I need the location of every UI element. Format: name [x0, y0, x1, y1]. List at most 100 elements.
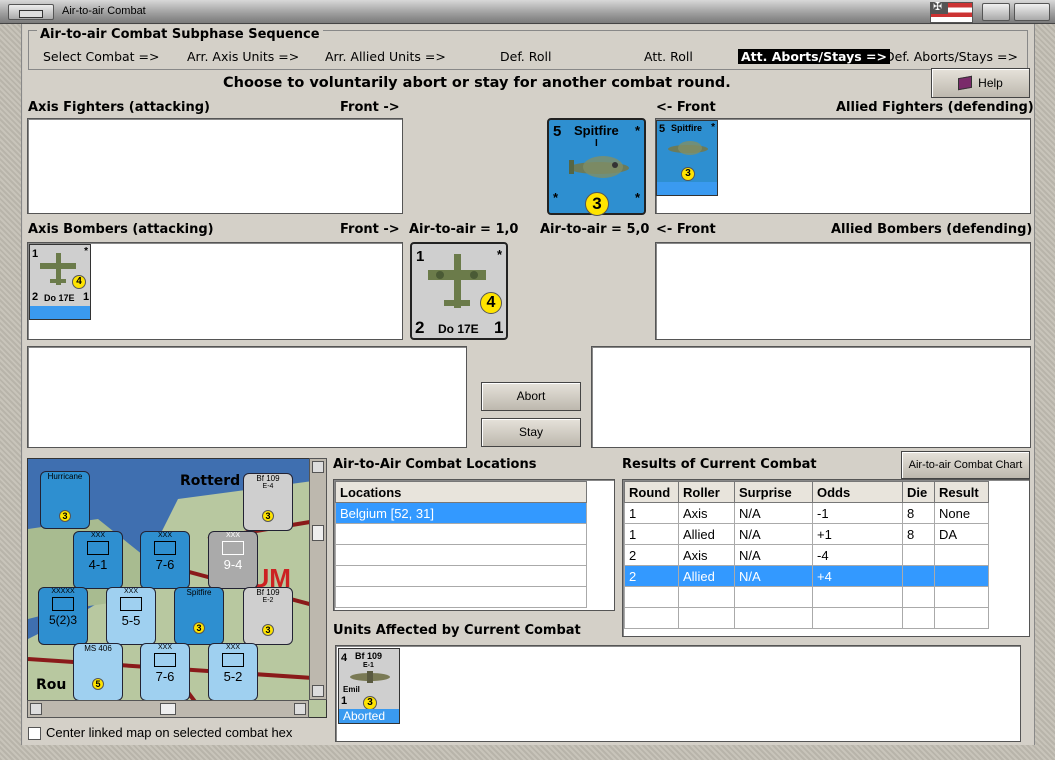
unit-size: XXX	[225, 532, 240, 539]
unit-subtype: E-2	[262, 597, 274, 604]
table-row[interactable]: 2 Axis N/A -4	[624, 544, 989, 566]
allied-bombers-label: Allied Bombers (defending)	[831, 222, 1033, 237]
unit-name: Spitfire	[186, 588, 212, 597]
attack-value: 5	[659, 123, 666, 135]
spitfire-plane-icon	[668, 141, 708, 155]
title-bar: Air-to-air Combat	[0, 0, 1055, 24]
table-row-selected[interactable]: 2 Allied N/A +4	[624, 565, 989, 587]
unit-name: Spitfire	[671, 123, 703, 133]
unit-strength: 7-6	[155, 669, 175, 684]
cell: -1	[812, 502, 903, 524]
do17-counter-small[interactable]: 1 * 4 2 Do 17E 1	[29, 244, 91, 320]
map-vertical-scrollbar[interactable]	[309, 458, 327, 700]
locations-list[interactable]: Locations Belgium [52, 31]	[333, 479, 615, 611]
spitfire-counter-small[interactable]: 5 Spitfire * 3	[656, 120, 718, 196]
help-button[interactable]: Help	[931, 68, 1030, 98]
location-row-empty	[335, 586, 587, 608]
locations-header: Locations	[335, 481, 587, 503]
map-unit[interactable]: Hurricane 3	[40, 471, 90, 529]
abort-button[interactable]: Abort	[481, 382, 581, 411]
cell: N/A	[734, 544, 813, 566]
range-value: 2	[415, 318, 425, 337]
cell: N/A	[734, 523, 813, 545]
col-roller: Roller	[678, 481, 735, 503]
cell: -4	[812, 544, 903, 566]
map-unit[interactable]: XXX 5-2	[208, 643, 258, 701]
status-bar	[657, 182, 717, 195]
do17-counter-large[interactable]: 1 * 4 2 Do 17E 1	[410, 242, 508, 340]
cell: 8	[902, 523, 935, 545]
scroll-thumb[interactable]	[312, 525, 324, 541]
unit-subtype: E-4	[262, 483, 274, 490]
unit-name: Bf 109	[256, 588, 280, 597]
map-unit-selected[interactable]: Spitfire 3	[174, 587, 224, 645]
german-flag-icon	[930, 0, 973, 23]
linked-map[interactable]: GIUM Rotterd Rou Hurricane3 Bf 109E-43 X…	[27, 458, 327, 718]
cell	[902, 544, 935, 566]
cell: 1	[624, 523, 679, 545]
spitfire-counter-large[interactable]: 5 Spitfire I * * * 3	[547, 118, 646, 216]
defense-badge: 3	[193, 622, 205, 634]
unit-name: Do 17E	[438, 322, 479, 336]
results-table: Round Roller Surprise Odds Die Result 1A…	[624, 481, 989, 629]
stay-button[interactable]: Stay	[481, 418, 581, 447]
scroll-up-icon[interactable]	[312, 461, 324, 473]
window-frame-bottom	[0, 745, 1055, 760]
window-title: Air-to-air Combat	[62, 5, 146, 17]
map-unit[interactable]: XXX 4-1	[73, 531, 123, 589]
scroll-left-icon[interactable]	[30, 703, 42, 715]
minimize-button[interactable]	[982, 3, 1010, 21]
defense-badge: 3	[262, 510, 274, 522]
location-row-empty	[335, 565, 587, 587]
map-unit[interactable]: Bf 109 E-4 3	[243, 473, 293, 531]
cell	[934, 544, 989, 566]
system-menu-icon[interactable]	[8, 4, 54, 20]
map-label-rouen: Rou	[36, 677, 67, 693]
map-unit[interactable]: Bf 109 E-2 3	[243, 587, 293, 645]
map-unit[interactable]: XXXXX 5(2)3	[38, 587, 88, 645]
affected-units-panel[interactable]: 4 Bf 109 E-1 Emil 1 3 Aborted	[335, 645, 1021, 742]
unit-strength: 5-2	[223, 669, 243, 684]
front-arrow-label: <- Front	[656, 222, 716, 237]
scroll-right-icon[interactable]	[294, 703, 306, 715]
col-round: Round	[624, 481, 679, 503]
map-unit[interactable]: MS 406 5	[73, 643, 123, 701]
unit-name: Bf 109	[256, 474, 280, 483]
map-unit[interactable]: XXX 7-6	[140, 531, 190, 589]
axis-fighters-panel[interactable]	[27, 118, 403, 214]
attack-value: 1	[416, 248, 425, 265]
location-row[interactable]: Belgium [52, 31]	[335, 502, 587, 524]
bf109-counter[interactable]: 4 Bf 109 E-1 Emil 1 3 Aborted	[338, 648, 400, 724]
combat-chart-button[interactable]: Air-to-air Combat Chart	[901, 451, 1030, 479]
unit-name: MS 406	[84, 644, 112, 653]
unit-name: Do 17E	[44, 293, 75, 303]
phase-att-roll: Att. Roll	[644, 49, 693, 64]
map-unit[interactable]: XXX 5-5	[106, 587, 156, 645]
phase-def-roll: Def. Roll	[500, 49, 552, 64]
table-row[interactable]: 1 Allied N/A +1 8 DA	[624, 523, 989, 545]
unit-size: XXX	[157, 644, 172, 651]
col-result: Result	[934, 481, 989, 503]
affected-title: Units Affected by Current Combat	[333, 623, 581, 638]
subphase-sequence: Air-to-air Combat Subphase Sequence Sele…	[28, 27, 1028, 70]
book-icon	[958, 75, 973, 91]
axis-combat-info-panel	[27, 346, 467, 448]
star: *	[634, 123, 640, 138]
table-row[interactable]: 1 Axis N/A -1 8 None	[624, 502, 989, 524]
map-unit[interactable]: XXX 9-4	[208, 531, 258, 589]
range-value: 2	[32, 291, 39, 303]
map-horizontal-scrollbar[interactable]	[27, 700, 309, 718]
close-button[interactable]	[1014, 3, 1050, 21]
allied-bombers-panel[interactable]	[655, 242, 1031, 340]
axis-air-to-air-value: Air-to-air = 1,0	[409, 222, 519, 237]
scroll-thumb[interactable]	[160, 703, 176, 715]
scroll-down-icon[interactable]	[312, 685, 324, 697]
help-label: Help	[978, 76, 1003, 90]
aborted-status: Aborted	[339, 709, 399, 723]
center-map-checkbox[interactable]	[28, 727, 41, 740]
strategic-value: 1	[83, 291, 90, 303]
defense-badge: 3	[681, 167, 695, 181]
do17-plane-icon	[428, 254, 486, 308]
map-unit[interactable]: XXX 7-6	[140, 643, 190, 701]
strategic-value: 1	[494, 318, 504, 337]
